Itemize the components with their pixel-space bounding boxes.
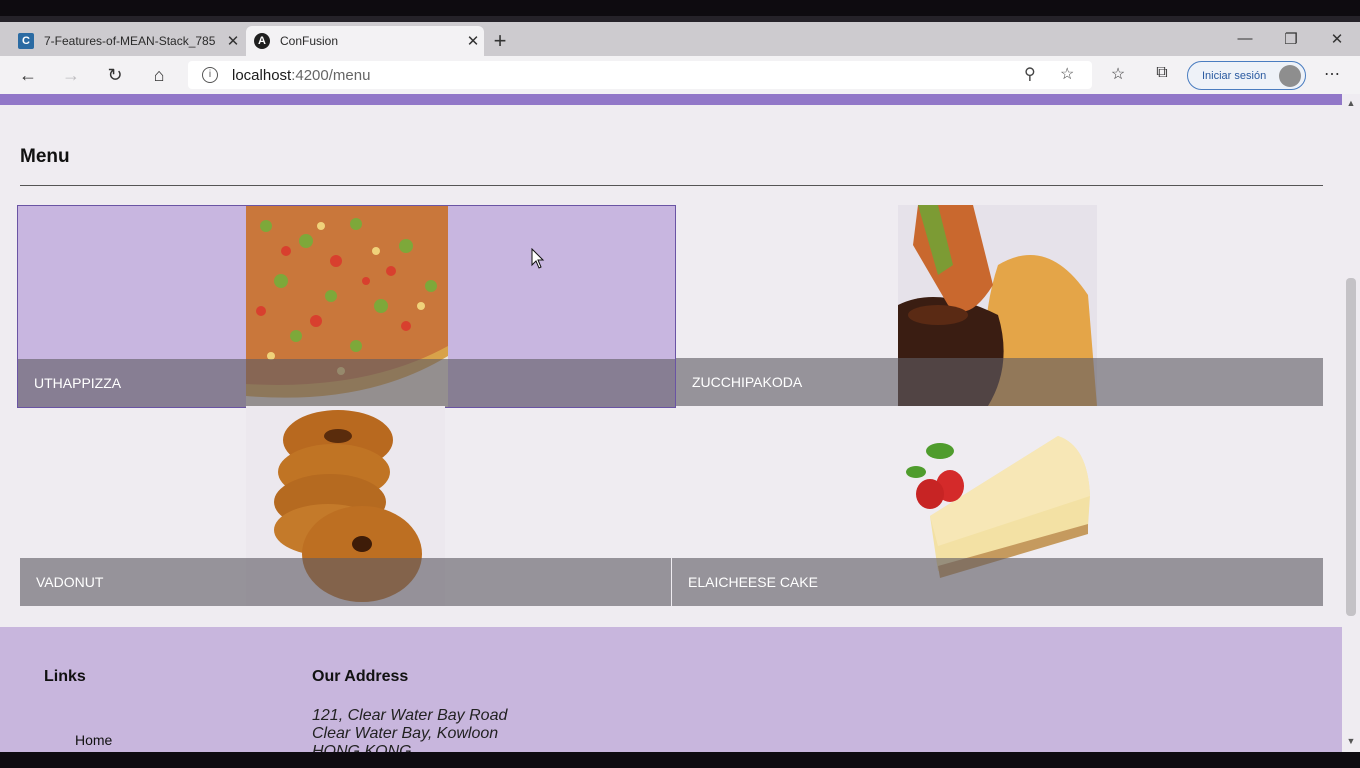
site-info-icon[interactable]: i: [202, 67, 218, 83]
header-bottom-strip: [0, 94, 1342, 105]
page-title: Menu: [20, 146, 70, 167]
close-tab-icon[interactable]: ✕: [462, 32, 484, 50]
screen-bottom-border: [0, 752, 1360, 768]
divider: [20, 185, 1323, 186]
footer-link-home[interactable]: Home: [75, 732, 112, 748]
dish-tile-vadonut[interactable]: VADONUT: [20, 406, 671, 606]
address-block: 121, Clear Water Bay Road Clear Water Ba…: [312, 707, 507, 752]
favorites-list-icon[interactable]: ☆: [1107, 64, 1129, 84]
footer: Links Home Our Address 121, Clear Water …: [0, 627, 1342, 752]
back-arrow-icon[interactable]: ←: [16, 63, 40, 87]
home-icon[interactable]: ⌂: [147, 63, 171, 87]
address-line: Clear Water Bay, Kowloon: [312, 725, 499, 742]
url-host: localhost: [232, 66, 292, 84]
url-path: :4200/menu: [291, 66, 371, 84]
dish-name-caption: ZUCCHIPAKODA: [676, 358, 1323, 406]
scroll-down-icon[interactable]: ▼: [1342, 736, 1360, 746]
forward-arrow-icon[interactable]: →: [59, 63, 83, 87]
address-heading: Our Address: [312, 668, 409, 685]
favorite-star-icon[interactable]: ☆: [1060, 64, 1074, 84]
screen-top-border: [0, 0, 1360, 16]
scroll-up-icon[interactable]: ▲: [1342, 98, 1360, 108]
dish-tile-elaicheese-cake[interactable]: ELAICHEESE CAKE: [672, 406, 1323, 606]
close-window-icon[interactable]: ✕: [1327, 30, 1347, 48]
tab-title: ConFusion: [280, 34, 339, 48]
angular-favicon-icon: A: [254, 33, 270, 49]
restore-icon[interactable]: ❐: [1281, 30, 1301, 48]
dish-tile-uthappizza[interactable]: UTHAPPIZZA: [17, 205, 676, 408]
scrollbar-thumb[interactable]: [1346, 278, 1356, 616]
tab-strip: C 7-Features-of-MEAN-Stack_785 ✕ A ConFu…: [0, 16, 1360, 56]
refresh-icon[interactable]: ↻: [103, 63, 127, 87]
sign-in-label: Iniciar sesión: [1202, 69, 1267, 82]
tab-confusion[interactable]: A ConFusion ✕: [246, 26, 484, 56]
sign-in-button[interactable]: Iniciar sesión: [1187, 61, 1306, 90]
page-viewport: Menu UTHAPPIZZA ZUCCHIPAKODA VADONUT ELA…: [0, 94, 1342, 752]
address-bar[interactable]: i localhost:4200/menu ⚲ ☆: [188, 61, 1092, 89]
mouse-pointer-icon: [531, 248, 545, 269]
address-line: HONG KONG: [312, 743, 412, 752]
more-options-icon[interactable]: ⋯: [1321, 64, 1343, 84]
dish-name-caption: VADONUT: [20, 558, 671, 606]
vertical-scrollbar[interactable]: ▲ ▼: [1342, 94, 1360, 752]
tab-mean-stack[interactable]: C 7-Features-of-MEAN-Stack_785 ✕: [10, 26, 244, 56]
zoom-key-icon[interactable]: ⚲: [1024, 64, 1036, 84]
site-favicon-icon: C: [18, 33, 34, 49]
address-toolbar: ← → ↻ ⌂ i localhost:4200/menu ⚲ ☆ ☆ ⧉ In…: [0, 56, 1360, 94]
avatar-icon: [1279, 65, 1301, 87]
minimize-icon[interactable]: —: [1235, 30, 1255, 47]
dish-name-caption: ELAICHEESE CAKE: [672, 558, 1323, 606]
new-tab-icon[interactable]: +: [488, 28, 512, 54]
links-heading: Links: [44, 668, 86, 685]
collections-icon[interactable]: ⧉: [1151, 64, 1173, 82]
address-line: 121, Clear Water Bay Road: [312, 707, 508, 724]
dish-tile-zucchipakoda[interactable]: ZUCCHIPAKODA: [676, 205, 1323, 406]
tab-title: 7-Features-of-MEAN-Stack_785: [44, 34, 216, 48]
dish-name-caption: UTHAPPIZZA: [18, 359, 675, 407]
close-tab-icon[interactable]: ✕: [222, 32, 244, 50]
